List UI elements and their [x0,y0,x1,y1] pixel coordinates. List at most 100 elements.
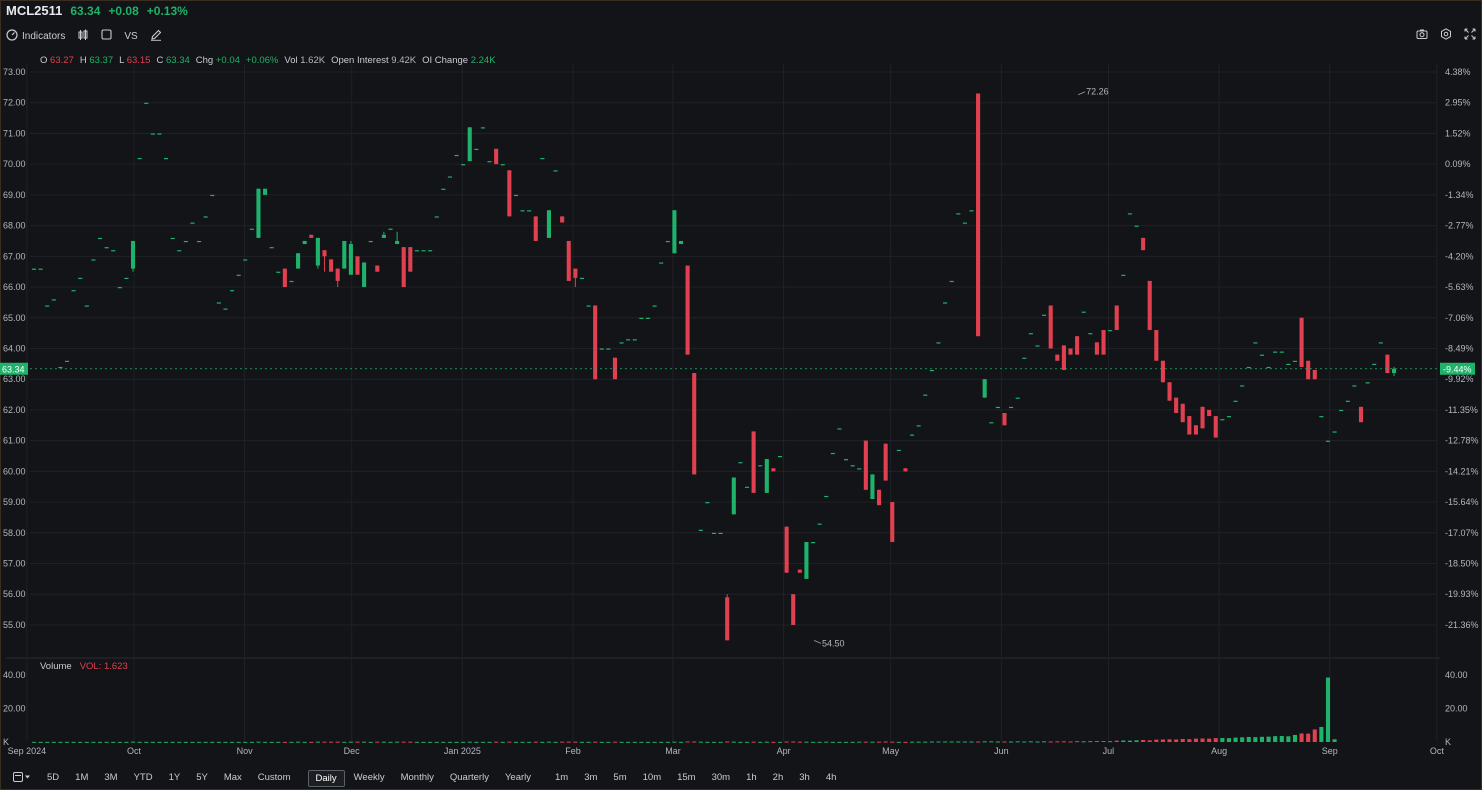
candle-body [282,268,287,288]
candle-body [685,265,690,355]
y-tick-right: 4.38% [1445,67,1471,77]
range-1m[interactable]: 1m [548,770,575,787]
candle-body [599,348,604,350]
candle-body [1200,406,1205,429]
range-3h[interactable]: 3h [792,770,817,787]
volume-bar [137,741,142,743]
range-weekly[interactable]: Weekly [347,770,392,787]
candle-body [487,161,492,163]
range-monthly[interactable]: Monthly [394,770,441,787]
volume-bar [903,741,908,743]
volume-bar [1180,738,1185,742]
candle-body [1121,274,1126,276]
candle-body [1306,360,1311,380]
range-30m[interactable]: 30m [705,770,737,787]
candle-body [203,216,208,218]
volume-bar [698,741,703,743]
candle-body [705,502,710,504]
candle-body [31,268,37,270]
candle-body [447,176,452,178]
range-custom[interactable]: Custom [251,770,298,787]
range-10m[interactable]: 10m [636,770,668,787]
candle-body [586,305,591,307]
candle-body [84,305,89,307]
grid-lines [6,64,1440,742]
x-tick: Aug [1211,746,1227,756]
y-tick-right: -7.06% [1445,313,1474,323]
candle-body [289,280,294,283]
volume-bar [1193,738,1198,742]
candle-body [276,271,281,273]
volume-bar [540,741,545,743]
range-4h[interactable]: 4h [819,770,844,787]
x-tick: Sep 2024 [8,746,47,756]
candle-body [850,465,855,467]
candle-body [1022,357,1027,359]
volume-bar [797,741,802,743]
range-3m[interactable]: 3M [97,770,124,787]
candle-body [1141,237,1146,251]
price-chart[interactable]: 73.00 4.38% 72.00 2.95% 71.00 1.52% 70.00 0.09%… [0,0,1482,790]
y-tick-left: 57.00 [3,559,26,569]
volume-bar [315,741,320,743]
candle-body [51,299,56,301]
volume-bar [962,741,967,743]
candle-body [672,210,677,254]
volume-bar [850,741,855,743]
range-5y[interactable]: 5Y [189,770,215,787]
range-ytd[interactable]: YTD [127,770,160,787]
volume-bar [104,741,109,743]
range-1h[interactable]: 1h [739,770,764,787]
volume-bar [1101,740,1106,742]
volume-bar [982,741,987,743]
volume-bar [843,741,849,743]
y-tick-right: -14.21% [1445,466,1479,476]
y-tick-left: 62.00 [3,405,26,415]
range-yearly[interactable]: Yearly [498,770,538,787]
candle-body [969,210,974,212]
y-tick-left: 73.00 [3,67,26,77]
candle-body [711,532,717,534]
volume-bar [236,741,241,743]
candle-body [1319,416,1324,418]
volume-bar [38,741,43,743]
range-3m[interactable]: 3m [577,770,604,787]
calendar-dropdown[interactable] [6,770,38,787]
candle-body [989,422,994,424]
volume-bar [645,741,651,743]
range-1m[interactable]: 1M [68,770,95,787]
candle-body [223,308,228,310]
volume-bar [1055,741,1060,743]
volume-bar [863,741,868,743]
candle-body [1081,311,1086,313]
volume-legend: Volume VOL: 1.623 [40,661,128,672]
volume-bar [1147,740,1152,742]
candle-body [896,449,901,452]
volume-bar [1160,739,1165,742]
candle-body [936,342,941,344]
volume-bar [480,741,485,743]
candle-body [995,406,1000,409]
volume-bar [896,741,901,743]
range-5m[interactable]: 5m [606,770,633,787]
volume-bar [619,741,624,743]
range-quarterly[interactable]: Quarterly [443,770,496,787]
candle-body [243,259,248,261]
candle-body [797,569,802,573]
range-5d[interactable]: 5D [40,770,66,787]
candle-body [1127,213,1132,215]
y-tick-right: 2.95% [1445,98,1471,108]
range-15m[interactable]: 15m [670,770,702,787]
range-1y[interactable]: 1Y [162,770,188,787]
range-daily[interactable]: Daily [307,769,345,787]
candle-body [698,529,703,531]
volume-bar [1127,740,1132,742]
volume-value-label: VOL: 1.623 [79,661,128,672]
range-2h[interactable]: 2h [766,770,791,787]
candle-body [843,459,849,461]
range-max[interactable]: Max [217,770,249,787]
volume-bar [586,741,591,743]
vol-tick-left: 20.00 [3,704,26,714]
candle-body [1160,360,1165,383]
volume-bar [976,741,981,743]
